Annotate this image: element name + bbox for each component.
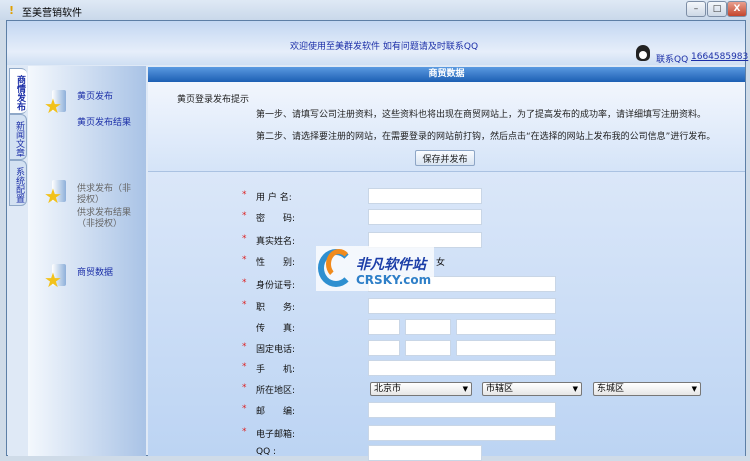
required-asterisk: * (242, 427, 247, 437)
tab-news-articles[interactable]: 新闻文章 (9, 114, 27, 160)
required-asterisk: * (242, 234, 247, 244)
phone-input-3[interactable] (456, 340, 556, 356)
tab-system-config[interactable]: 系统配置 (9, 160, 27, 206)
minimize-button[interactable]: – (686, 1, 706, 17)
mobile-input[interactable] (368, 360, 556, 376)
fax-label: 传 真: (256, 324, 296, 334)
maximize-button[interactable]: □ (707, 1, 727, 17)
district-select[interactable]: 东城区 ▼ (593, 382, 701, 396)
required-asterisk: * (242, 190, 247, 200)
qq-input[interactable] (368, 445, 482, 461)
sidebar-item-trade-data[interactable]: 商贸数据 (77, 268, 113, 279)
username-input[interactable] (368, 188, 482, 204)
qq-label: 联系QQ (656, 55, 689, 65)
required-asterisk: * (242, 278, 247, 288)
province-select-value: 北京市 (374, 384, 402, 394)
password-label: 密 码: (256, 214, 296, 224)
username-label: 用 户 名: (256, 193, 292, 203)
district-select-value: 东城区 (597, 384, 625, 394)
zip-label: 邮 编: (256, 407, 296, 417)
password-input[interactable] (368, 209, 482, 225)
sidebar-item-supply-results[interactable]: 供求发布结果（非授权） (77, 208, 137, 230)
required-asterisk: * (242, 404, 247, 414)
mobile-label: 手 机: (256, 365, 296, 375)
gender-label: 性 别: (256, 258, 296, 268)
email-input[interactable] (368, 425, 556, 441)
tip-step2: 第二步、请选择要注册的网站，在需要登录的网站前打钩，然后点击“在选择的网站上发布… (256, 132, 716, 142)
city-select[interactable]: 市辖区 ▼ (482, 382, 582, 396)
watermark-logo: 非凡软件站 CRSKY.com (316, 246, 434, 291)
province-select[interactable]: 北京市 ▼ (370, 382, 472, 396)
sidebar-item-supply-publish[interactable]: 供求发布（非授权） (77, 184, 137, 206)
required-asterisk: * (242, 383, 247, 393)
tip-step1: 第一步、请填写公司注册资料，这些资料也将出现在商贸网站上，为了提高发布的成功率，… (256, 110, 707, 120)
phone-input-1[interactable] (368, 340, 400, 356)
email-label: 电子邮箱: (256, 430, 296, 440)
fax-input-1[interactable] (368, 319, 400, 335)
required-asterisk: * (242, 362, 247, 372)
phone-label: 固定电话: (256, 345, 296, 355)
sidebar-item-yellowpage-publish[interactable]: 黄页发布 (77, 92, 113, 103)
idcard-label: 身份证号: (256, 281, 296, 291)
sidebar-item-yellowpage-results[interactable]: 黄页发布结果 (77, 118, 131, 129)
star-book-icon: ★ (44, 264, 66, 290)
zip-input[interactable] (368, 402, 556, 418)
phone-input-2[interactable] (405, 340, 451, 356)
qq-penguin-icon (636, 45, 650, 61)
required-asterisk: * (242, 211, 247, 221)
realname-label: 真实姓名: (256, 237, 296, 247)
welcome-text: 欢迎使用至美群发软件 如有问题请及时联系QQ (290, 42, 479, 52)
gender-female-option[interactable]: 女 (436, 255, 445, 268)
qq-number-link[interactable]: 1664585983 (691, 52, 748, 62)
position-label: 职 务: (256, 303, 296, 313)
app-icon: ! (9, 4, 15, 17)
star-book-icon: ★ (44, 90, 66, 116)
fax-input-2[interactable] (405, 319, 451, 335)
star-book-icon: ★ (44, 180, 66, 206)
save-and-publish-button[interactable]: 保存并发布 (415, 150, 475, 166)
region-label: 所在地区: (256, 386, 296, 396)
position-input[interactable] (368, 298, 556, 314)
title-bar (0, 0, 750, 20)
tip-title: 黄页登录发布提示 (177, 95, 250, 105)
city-select-value: 市辖区 (486, 384, 514, 394)
window-title: 至美营销软件 (22, 8, 82, 19)
required-asterisk: * (242, 300, 247, 310)
fax-input-3[interactable] (456, 319, 556, 335)
required-asterisk: * (242, 342, 247, 352)
required-asterisk: * (242, 255, 247, 265)
chevron-down-icon: ▼ (572, 385, 578, 393)
close-button[interactable]: X (727, 1, 747, 17)
tab-trade-publish[interactable]: 商情发布 (9, 68, 27, 114)
chevron-down-icon: ▼ (691, 385, 697, 393)
chevron-down-icon: ▼ (462, 385, 468, 393)
panel-title: 商贸数据 (148, 67, 745, 82)
